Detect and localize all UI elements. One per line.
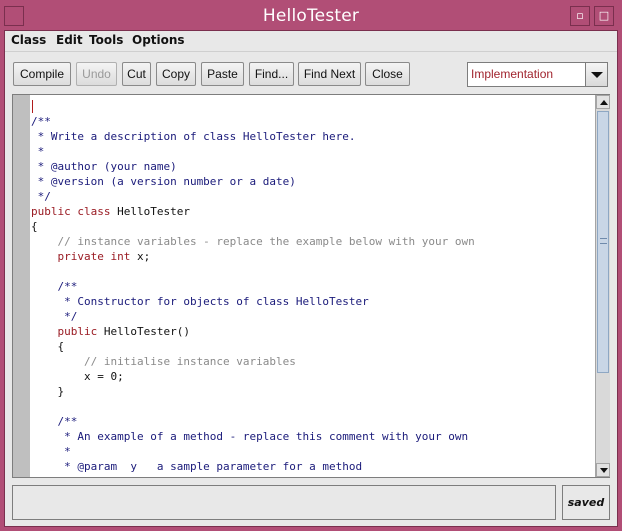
minimize-icon[interactable]: ▫	[570, 6, 590, 26]
code-line: * Write a description of class HelloTest…	[31, 130, 356, 143]
undo-button[interactable]: Undo	[76, 62, 117, 86]
code-line: */	[31, 190, 51, 203]
scroll-thumb[interactable]	[597, 111, 609, 373]
saved-indicator: saved	[562, 485, 610, 520]
code-line: {	[31, 340, 65, 353]
code-line: * @author (your name)	[31, 160, 177, 173]
code-line: *	[31, 145, 45, 158]
arrow-up-icon[interactable]	[596, 95, 610, 109]
code-line: */	[31, 310, 78, 323]
view-select-value: Implementation	[471, 67, 554, 81]
arrow-down-icon[interactable]	[596, 463, 610, 477]
menu-edit[interactable]: Edit	[56, 33, 83, 47]
find-next-button[interactable]: Find Next	[298, 62, 361, 86]
status-message	[12, 485, 556, 520]
code-line: private int x;	[57, 250, 151, 263]
code-line: /**	[31, 415, 78, 428]
code-line: /**	[31, 280, 78, 293]
grip-icon	[600, 238, 607, 244]
paste-button[interactable]: Paste	[201, 62, 244, 86]
editor-window: HelloTester ▫ □ Class Edit Tools Options…	[0, 0, 622, 531]
menu-class[interactable]: Class	[11, 33, 46, 47]
menu-bar: Class Edit Tools Options	[5, 31, 617, 51]
code-line: /**	[31, 115, 51, 128]
code-line: // initialise instance variables	[31, 355, 296, 368]
line-gutter[interactable]	[13, 95, 30, 477]
code-line: * An example of a method - replace this …	[31, 430, 469, 443]
close-button[interactable]: Close	[365, 62, 410, 86]
menu-options[interactable]: Options	[132, 33, 185, 47]
code-line: }	[31, 385, 65, 398]
code-line: public HelloTester()	[57, 325, 190, 338]
title-bar[interactable]: HelloTester ▫ □	[0, 0, 622, 33]
code-line: * @return the sum of x and y	[31, 474, 593, 477]
code-area[interactable]: /** * Write a description of class Hello…	[31, 99, 593, 477]
code-line: * @param y a sample parameter for a meth…	[31, 460, 363, 473]
code-line: {	[31, 220, 38, 233]
view-select[interactable]: Implementation	[467, 62, 608, 87]
code-line: * @version (a version number or a date)	[31, 175, 296, 188]
source-editor[interactable]: /** * Write a description of class Hello…	[12, 94, 610, 478]
code-line: public class HelloTester	[31, 205, 190, 218]
window-title: HelloTester	[262, 6, 360, 26]
code-line: x = 0;	[31, 370, 124, 383]
code-line: // instance variables - replace the exam…	[31, 235, 475, 248]
window-content: Class Edit Tools Options Compile Undo Cu…	[4, 30, 618, 527]
code-line: * Constructor for objects of class Hello…	[31, 295, 369, 308]
cut-button[interactable]: Cut	[122, 62, 151, 86]
compile-button[interactable]: Compile	[13, 62, 71, 86]
copy-button[interactable]: Copy	[156, 62, 196, 86]
vertical-scrollbar[interactable]	[595, 95, 610, 477]
toolbar: Compile Undo Cut Copy Paste Find... Find…	[5, 51, 617, 91]
chevron-down-icon[interactable]	[585, 63, 607, 86]
menu-tools[interactable]: Tools	[89, 33, 123, 47]
maximize-icon[interactable]: □	[594, 6, 614, 26]
code-line: *	[31, 445, 71, 458]
find-button[interactable]: Find...	[249, 62, 294, 86]
